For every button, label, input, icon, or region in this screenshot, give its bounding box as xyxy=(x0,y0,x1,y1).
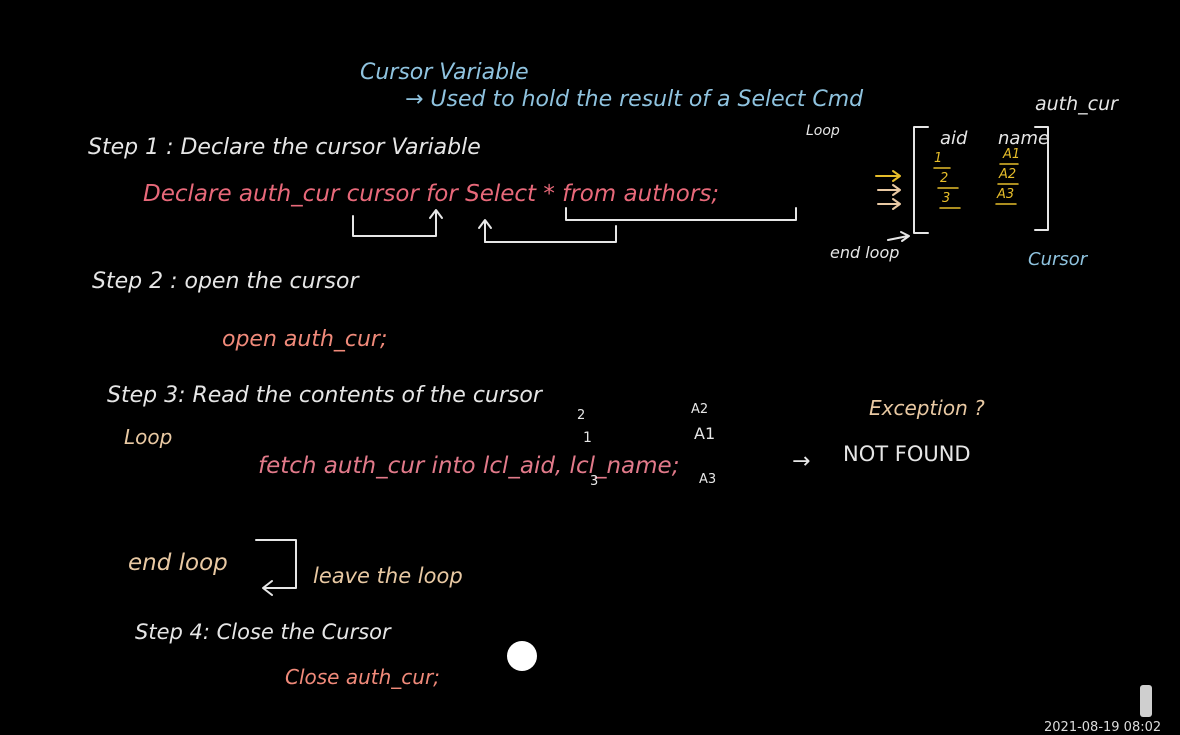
annotation-strokes xyxy=(255,126,1049,596)
timestamp: 2021-08-19 08:02 xyxy=(1044,720,1162,735)
pointer-cursor xyxy=(507,641,537,671)
scroll-handle[interactable] xyxy=(1140,685,1152,717)
